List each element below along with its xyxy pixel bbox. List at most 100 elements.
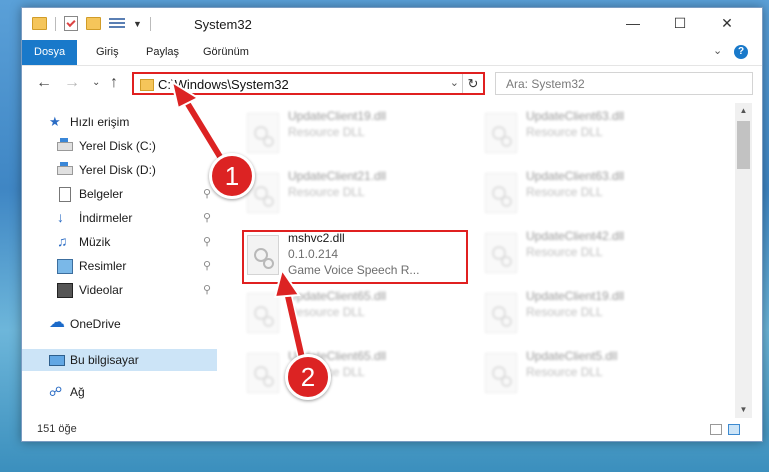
toolbar-dropdown-icon[interactable]: ▼ — [133, 19, 142, 29]
file-description: Resource DLL — [288, 185, 365, 199]
recent-locations-icon[interactable]: ⌄ — [92, 77, 100, 88]
download-icon: ↓ — [57, 209, 64, 225]
file-item[interactable]: UpdateClient42.dll Resource DLL — [481, 227, 711, 279]
dll-file-icon — [485, 353, 517, 393]
search-input[interactable]: Ara: System32 — [495, 72, 753, 95]
nav-item-label: Resimler — [79, 259, 127, 273]
folder-icon — [140, 79, 154, 91]
file-item[interactable]: UpdateClient5.dll Resource DLL — [481, 347, 711, 399]
vertical-scrollbar[interactable]: ▲ ▼ — [735, 103, 752, 418]
toolbar-divider — [149, 16, 151, 31]
minimize-button[interactable]: — — [618, 12, 648, 34]
nav-item-this-pc[interactable]: Bu bilgisayar — [22, 349, 217, 371]
help-icon[interactable]: ? — [734, 45, 748, 59]
nav-item-label: Videolar — [79, 283, 123, 297]
maximize-button[interactable]: ☐ — [665, 12, 695, 34]
nav-item-local-disk-d[interactable]: Yerel Disk (D:) — [22, 159, 217, 181]
new-folder-icon[interactable] — [86, 17, 101, 30]
tab-share[interactable]: Paylaş — [146, 40, 179, 65]
drive-icon — [57, 138, 73, 151]
nav-item-label: Yerel Disk (C:) — [79, 139, 156, 153]
file-description: Resource DLL — [526, 365, 603, 379]
network-icon: ☍ — [49, 384, 63, 399]
nav-item-documents[interactable]: Belgeler ⚲ — [22, 183, 217, 205]
file-item[interactable]: UpdateClient65.dll Resource DLL — [243, 347, 473, 399]
step-callout-1: 1 — [209, 153, 255, 199]
file-description: Resource DLL — [526, 245, 603, 259]
nav-item-pictures[interactable]: Resimler ⚲ — [22, 255, 217, 277]
scrollbar-thumb[interactable] — [737, 121, 750, 169]
title-bar[interactable]: ▼ System32 — ☐ ✕ — [22, 8, 762, 39]
nav-item-label: Hızlı erişim — [70, 115, 130, 129]
file-description: Resource DLL — [526, 125, 603, 139]
file-description: Resource DLL — [526, 305, 603, 319]
navigation-pane: ★ Hızlı erişim Yerel Disk (C:) Yerel Dis… — [22, 103, 219, 418]
document-icon — [59, 187, 71, 202]
customize-view-icon[interactable] — [109, 17, 125, 30]
refresh-icon[interactable]: ↻ — [462, 74, 483, 93]
nav-item-local-disk-c[interactable]: Yerel Disk (C:) — [22, 135, 217, 157]
properties-icon[interactable] — [64, 16, 78, 31]
nav-item-label: Bu bilgisayar — [70, 353, 139, 367]
scroll-down-icon[interactable]: ▼ — [735, 402, 752, 418]
scroll-up-icon[interactable]: ▲ — [735, 103, 752, 119]
ribbon-tabs: Dosya Giriş Paylaş Görünüm ⌄ ? — [22, 40, 762, 66]
up-arrow-icon[interactable]: ↑ — [110, 74, 118, 92]
file-highlight-box — [242, 230, 468, 284]
nav-item-downloads[interactable]: ↓ İndirmeler ⚲ — [22, 207, 217, 229]
nav-item-music[interactable]: ♫ Müzik ⚲ — [22, 231, 217, 253]
forward-arrow-icon[interactable]: → — [64, 74, 80, 92]
nav-item-onedrive[interactable]: ☁ OneDrive — [22, 313, 217, 335]
nav-item-network[interactable]: ☍ Ağ — [22, 381, 217, 403]
close-button[interactable]: ✕ — [712, 12, 742, 34]
ribbon-expand-icon[interactable]: ⌄ — [713, 44, 722, 57]
tab-file[interactable]: Dosya — [22, 40, 78, 65]
back-arrow-icon[interactable]: ← — [36, 74, 52, 92]
pin-icon[interactable]: ⚲ — [203, 235, 211, 248]
file-item[interactable]: UpdateClient21.dll Resource DLL — [243, 167, 473, 219]
nav-item-label: Yerel Disk (D:) — [79, 163, 156, 177]
status-bar: 151 öğe — [22, 420, 762, 441]
dll-file-icon — [485, 233, 517, 273]
details-view-icon[interactable] — [710, 424, 722, 435]
file-name: UpdateClient63.dll — [526, 169, 625, 183]
pc-icon — [49, 355, 65, 366]
file-name: UpdateClient19.dll — [288, 109, 387, 123]
pin-icon[interactable]: ⚲ — [203, 187, 211, 200]
file-name: UpdateClient63.dll — [526, 109, 625, 123]
nav-item-quick-access[interactable]: ★ Hızlı erişim — [22, 111, 217, 133]
file-item[interactable]: UpdateClient19.dll Resource DLL — [481, 287, 711, 339]
address-history-icon[interactable]: ⌄ — [450, 76, 459, 89]
dll-file-icon — [247, 293, 279, 333]
nav-item-videos[interactable]: Videolar ⚲ — [22, 279, 217, 301]
window-title: System32 — [194, 17, 252, 32]
dll-file-icon — [247, 353, 279, 393]
file-name: UpdateClient21.dll — [288, 169, 387, 183]
file-item[interactable]: UpdateClient63.dll Resource DLL — [481, 167, 711, 219]
address-path: C:\Windows\System32 — [158, 77, 289, 92]
onedrive-icon: ☁ — [49, 314, 65, 331]
file-item[interactable]: UpdateClient65.dll Resource DLL — [243, 287, 473, 339]
dll-file-icon — [485, 293, 517, 333]
step-callout-2: 2 — [285, 354, 331, 400]
file-item[interactable]: UpdateClient19.dll Resource DLL — [243, 107, 473, 159]
nav-item-label: OneDrive — [70, 317, 121, 331]
navigation-bar: ← → ⌄ ↑ C:\Windows\System32 ⌄ ↻ Ara: Sys… — [22, 67, 762, 101]
star-icon: ★ — [49, 114, 61, 129]
music-icon: ♫ — [57, 233, 68, 249]
drive-icon — [57, 162, 73, 175]
file-name: UpdateClient42.dll — [526, 229, 625, 243]
tab-view[interactable]: Görünüm — [203, 40, 249, 65]
nav-item-label: Ağ — [70, 385, 85, 399]
tiles-view-icon[interactable] — [728, 424, 740, 435]
tab-home[interactable]: Giriş — [96, 40, 119, 65]
dll-file-icon — [485, 113, 517, 153]
search-placeholder: Ara: System32 — [506, 77, 585, 91]
pin-icon[interactable]: ⚲ — [203, 211, 211, 224]
pin-icon[interactable]: ⚲ — [203, 259, 211, 272]
file-item[interactable]: UpdateClient63.dll Resource DLL — [481, 107, 711, 159]
address-bar[interactable]: C:\Windows\System32 ⌄ ↻ — [132, 72, 485, 95]
pin-icon[interactable]: ⚲ — [203, 283, 211, 296]
nav-item-label: Müzik — [79, 235, 111, 249]
toolbar-divider — [55, 16, 56, 31]
